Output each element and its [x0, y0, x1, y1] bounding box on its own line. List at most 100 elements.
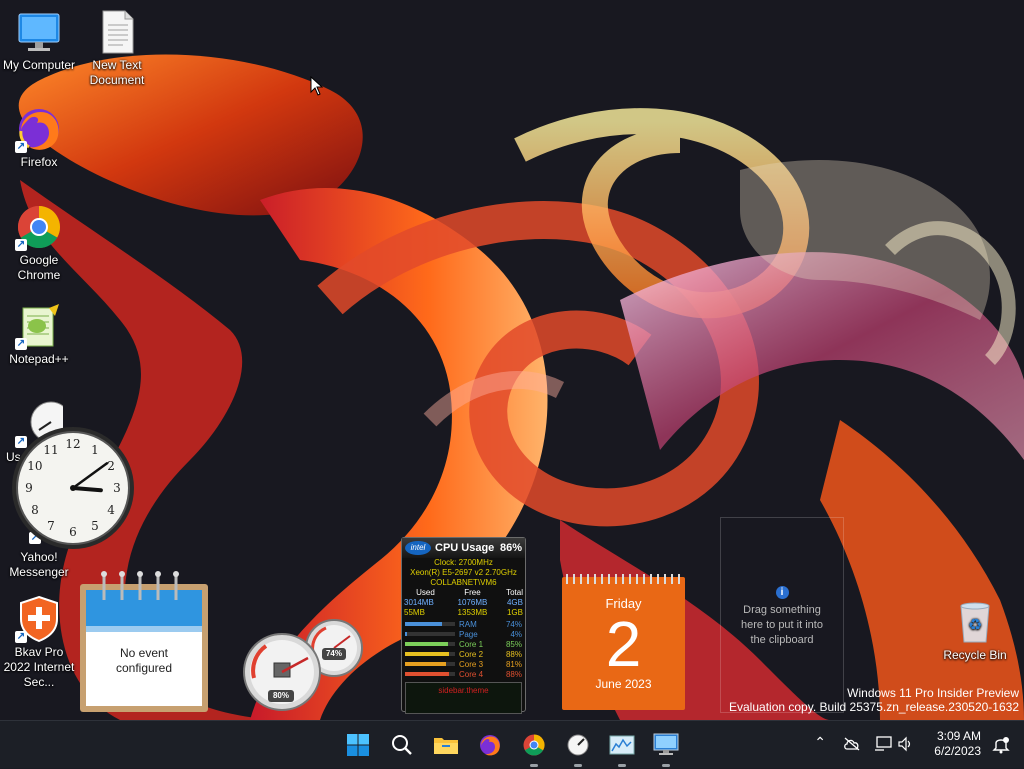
- remote-desktop-button[interactable]: [649, 728, 683, 767]
- usage-label: Core 2: [459, 649, 484, 659]
- chart-window-icon: [609, 735, 635, 755]
- desktop-icon-label: Google Chrome: [17, 253, 61, 282]
- text-file-icon: [102, 10, 134, 54]
- calendar-month-year: June 2023: [595, 677, 652, 691]
- computer-window-icon: [653, 733, 679, 755]
- usage-bar-fill: [405, 622, 442, 626]
- desktop-icon-my-computer[interactable]: My Computer: [1, 8, 77, 73]
- usage-label: Core 3: [459, 659, 484, 669]
- usage-bar: [405, 652, 455, 656]
- usage-bar-fill: [405, 662, 446, 666]
- cpu-name: Xeon(R) E5-2697 v2 2.70GHz: [410, 568, 517, 577]
- cpu-usage-row: Page 4%: [402, 629, 525, 639]
- tray-date: 6/2/2023: [934, 744, 981, 758]
- desktop-icon-recycle-bin[interactable]: ♻ Recycle Bin: [937, 598, 1013, 663]
- system-meters-gadget[interactable]: 74% 80%: [242, 618, 366, 712]
- desktop-icon-label: Notepad++: [9, 352, 69, 366]
- desktop-icon-bkav-pro[interactable]: ↗ Bkav Pro 2022 Internet Sec...: [1, 595, 77, 690]
- volume-icon[interactable]: [898, 736, 914, 752]
- clock-numeral: 11: [43, 443, 58, 457]
- desktop-icon-label: My Computer: [2, 58, 76, 72]
- usage-bar: [405, 672, 455, 676]
- search-icon: [392, 735, 412, 755]
- watermark-edition: Windows 11 Pro Insider Preview: [847, 686, 1019, 700]
- meters-dials: [243, 619, 363, 711]
- usage-value: 74%: [505, 619, 522, 629]
- cpu-clock: Clock: 2700MHz: [434, 558, 493, 567]
- clock-numeral: 7: [47, 519, 55, 533]
- clipboard-gadget[interactable]: i Drag something here to put it into the…: [720, 517, 844, 713]
- watermark-build: Evaluation copy. Build 25375.zn_release.…: [729, 700, 1019, 714]
- search-button[interactable]: [385, 728, 419, 762]
- clock-numeral: 9: [25, 481, 33, 495]
- running-indicator: [574, 764, 582, 767]
- shortcut-arrow-icon: ↗: [15, 141, 27, 153]
- desktop-icon-notepad-plus-plus[interactable]: ↗ Notepad++: [1, 302, 77, 367]
- table-cell: 55MB: [404, 608, 425, 617]
- calendar-rings: [566, 574, 681, 584]
- cpu-usage-rows: RAM 74% Page 4% Core 1 85% Core 2 88% Core 3 81% C…: [402, 619, 525, 679]
- desktop-icon-google-chrome[interactable]: ↗ Google Chrome: [1, 203, 77, 283]
- cpu-host: COLLABNET\VM6: [430, 578, 497, 587]
- notepad-rings-icon: [80, 571, 208, 712]
- analog-clock-gadget[interactable]: 1 2 3 4 5 6 7 8 9 10 11 12: [10, 425, 136, 551]
- network-icon[interactable]: [874, 736, 892, 752]
- usage-label: Core 4: [459, 669, 484, 679]
- clock-numeral: 6: [69, 525, 77, 539]
- shortcut-arrow-icon: ↗: [15, 631, 27, 643]
- chrome-icon: [523, 734, 545, 756]
- file-explorer-button[interactable]: [429, 728, 463, 762]
- notes-gadget[interactable]: No event configured: [80, 570, 208, 712]
- windows-logo-icon: [347, 734, 369, 756]
- running-indicator: [530, 764, 538, 767]
- tray-time: 3:09 AM: [936, 729, 981, 743]
- chrome-button[interactable]: [517, 728, 551, 767]
- usage-value: 85%: [505, 639, 522, 649]
- clipboard-hint: Drag something here to put it into the c…: [741, 604, 823, 646]
- firefox-button[interactable]: [473, 728, 507, 762]
- gauge-icon: [567, 734, 589, 756]
- recycle-bin-icon: ♻: [960, 602, 990, 643]
- cpu-usage-gadget[interactable]: intel CPU Usage 86% Clock: 2700MHz Xeon(…: [401, 537, 526, 714]
- usage-value: 4%: [510, 629, 522, 639]
- start-button[interactable]: [341, 728, 375, 762]
- monitor-icon: [18, 13, 60, 51]
- monitor-app-button[interactable]: [605, 728, 639, 767]
- cloud-offline-icon[interactable]: [843, 737, 861, 751]
- chevron-up-icon[interactable]: ⌃: [814, 734, 826, 751]
- notes-text: No event configured: [115, 646, 173, 675]
- usage-bar-fill: [405, 642, 448, 646]
- desktop-icon-firefox[interactable]: ↗ Firefox: [1, 105, 77, 170]
- desktop-icon-label: New Text Document: [89, 58, 145, 87]
- usage-bar-fill: [405, 632, 407, 636]
- calendar-gadget[interactable]: Friday 2 June 2023: [562, 574, 685, 710]
- usage-bar-fill: [405, 652, 449, 656]
- clock-numeral: 4: [107, 503, 115, 517]
- tray-clock[interactable]: 3:09 AM 6/2/2023: [934, 729, 981, 759]
- cpu-usage-row: Core 2 88%: [402, 649, 525, 659]
- running-indicator: [618, 764, 626, 767]
- windows-watermark: Windows 11 Pro Insider Preview Evaluatio…: [729, 686, 1019, 714]
- usage-value: 81%: [505, 659, 522, 669]
- usage-label: RAM: [459, 619, 477, 629]
- gadgets-button[interactable]: [561, 728, 595, 767]
- usage-bar: [405, 622, 455, 626]
- table-cell: 4GB: [506, 598, 523, 607]
- desktop-icon-label: Recycle Bin: [943, 648, 1007, 662]
- usage-bar: [405, 632, 455, 636]
- clock-numeral: 5: [91, 519, 99, 533]
- cpu-usage-row: Core 3 81%: [402, 659, 525, 669]
- calendar-day-number: 2: [605, 608, 642, 680]
- desktop-icon-new-text-document[interactable]: New Text Document: [79, 8, 155, 88]
- memory-percent-label: 74%: [325, 649, 342, 658]
- usage-bar-fill: [405, 672, 449, 676]
- table-cell: 3014MB: [404, 598, 434, 607]
- info-icon: i: [775, 586, 789, 599]
- usage-value: 88%: [505, 649, 522, 659]
- notification-bell-icon[interactable]: [992, 736, 1010, 754]
- svg-text:♻: ♻: [968, 615, 982, 634]
- table-header: Free: [464, 588, 481, 597]
- taskbar: ⌃ 3:09 AM 6/2/2023: [0, 720, 1024, 768]
- intel-logo-icon: intel: [405, 541, 431, 555]
- cpu-usage-percent: 86%: [499, 542, 522, 554]
